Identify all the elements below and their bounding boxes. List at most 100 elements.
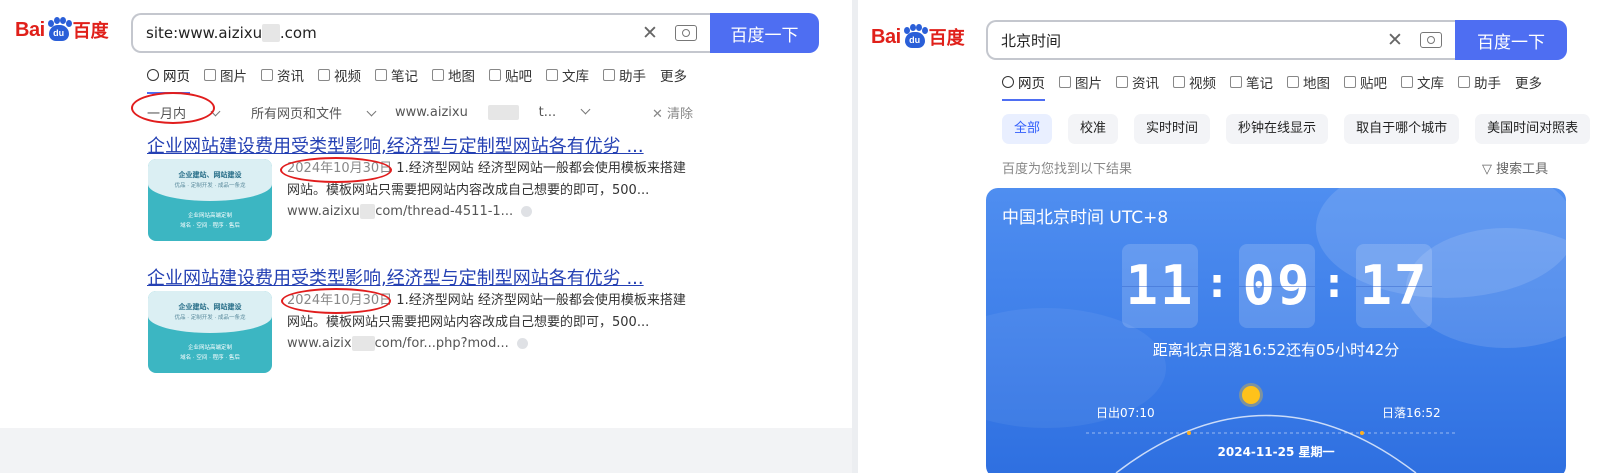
tab-search[interactable]: 网页: [1002, 72, 1045, 101]
tab-search[interactable]: 网页: [147, 65, 190, 94]
clear-search-icon[interactable]: ✕: [1382, 29, 1408, 51]
tab-label: 网页: [1018, 76, 1045, 92]
map-icon: [432, 69, 444, 81]
tab-label: 助手: [1474, 76, 1501, 92]
search-box[interactable]: site:www.aizixuxx.com ✕: [131, 13, 711, 53]
result-url[interactable]: www.aizixxxxcom/for...php?mod...: [287, 336, 528, 351]
tab-more[interactable]: 更多: [1515, 72, 1542, 92]
tab-image[interactable]: 图片: [1059, 72, 1102, 92]
paw-icon: du: [902, 24, 928, 50]
result-count-text: 百度为您找到以下结果: [1002, 162, 1133, 177]
camera-icon[interactable]: [1420, 32, 1442, 48]
tab-doc[interactable]: 文库: [546, 65, 589, 85]
tab-video[interactable]: 视频: [318, 65, 361, 85]
note-icon: [1230, 76, 1242, 88]
suggestion-chip[interactable]: 全部: [1002, 114, 1053, 144]
thumb-line1: 企业网站高端定制: [187, 213, 232, 219]
video-icon: [1173, 76, 1185, 88]
site-filter[interactable]: www.aizixuxxxxt...: [395, 104, 591, 120]
suggestion-chip[interactable]: 秒钟在线显示: [1226, 114, 1329, 144]
tab-note[interactable]: 笔记: [375, 65, 418, 85]
tab-news[interactable]: 资讯: [261, 65, 304, 85]
clear-filter-button[interactable]: ✕ 清除: [652, 103, 693, 122]
filter-icon: ▽: [1482, 162, 1497, 177]
tab-more[interactable]: 更多: [660, 65, 687, 85]
tab-video[interactable]: 视频: [1173, 72, 1216, 92]
baidu-logo[interactable]: Bai du 百度: [871, 24, 965, 50]
tab-map[interactable]: 地图: [432, 65, 475, 85]
search-button[interactable]: 百度一下: [710, 13, 819, 53]
dropdown-icon[interactable]: [521, 206, 533, 217]
left-search-window: Bai du 百度 site:www.aizixuxx.com ✕ 百度一下 网…: [0, 0, 852, 473]
sun-icon: [1242, 386, 1260, 404]
beijing-time-card: 中国北京时间 UTC+8 11 : 09 : 17 距离北京日落16:52还有0…: [986, 188, 1566, 473]
tab-ai[interactable]: 助手: [603, 65, 646, 85]
search-tools-button[interactable]: ▽ 搜索工具: [1482, 158, 1548, 177]
colon-separator: :: [1326, 261, 1342, 307]
tab-label: 地图: [1303, 76, 1330, 92]
tab-image[interactable]: 图片: [204, 65, 247, 85]
close-icon: ✕: [652, 107, 668, 122]
tab-label: 文库: [562, 69, 589, 85]
tab-label: 助手: [619, 69, 646, 85]
result-title-link[interactable]: 企业网站建设费用受类型影响,经济型与定制型网站各有优劣 ...: [147, 132, 847, 158]
suggestion-chip[interactable]: 实时时间: [1134, 114, 1211, 144]
tab-doc[interactable]: 文库: [1401, 72, 1444, 92]
tab-map[interactable]: 地图: [1287, 72, 1330, 92]
thumb-sub: 优品 · 定制开发 · 成品一条龙: [174, 183, 246, 189]
thumb-title: 企业建站、网站建设: [178, 303, 242, 311]
doc-icon: [1401, 76, 1413, 88]
search-icon: [1002, 76, 1014, 88]
result-thumbnail[interactable]: 企业建站、网站建设 优品 · 定制开发 · 成品一条龙 企业网站高端定制 域名 …: [148, 159, 272, 241]
suggestion-chip[interactable]: 取自于哪个城市: [1344, 114, 1460, 144]
tab-label: 地图: [448, 69, 475, 85]
ai-icon: [603, 69, 615, 81]
thumb-sub: 优品 · 定制开发 · 成品一条龙: [174, 315, 246, 321]
camera-icon[interactable]: [675, 25, 697, 41]
colon-separator: :: [1209, 261, 1225, 307]
thumb-line2: 域名 · 空间 · 程序 · 售后: [180, 355, 240, 361]
tab-tieba[interactable]: 贴吧: [489, 65, 532, 85]
news-icon: [1116, 76, 1128, 88]
tab-label: 视频: [1189, 76, 1216, 92]
search-result: 企业网站建设费用受类型影响,经济型与定制型网站各有优劣 ... 企业建站、网站建…: [147, 132, 847, 241]
search-box[interactable]: 北京时间 ✕: [986, 20, 1456, 60]
logo-du-text: du: [48, 25, 69, 41]
annotation-oval: [131, 92, 215, 124]
logo-bai-text: Bai: [871, 25, 901, 48]
doc-icon: [546, 69, 558, 81]
dropdown-icon[interactable]: [516, 338, 528, 349]
tab-note[interactable]: 笔记: [1230, 72, 1273, 92]
right-search-window: Bai du 百度 北京时间 ✕ 百度一下 网页 图片 资讯 视频 笔记 地图 贴吧 文库 助手…: [858, 0, 1602, 473]
clear-search-icon[interactable]: ✕: [637, 22, 663, 44]
minutes-digit: 09: [1239, 244, 1315, 328]
tab-label: 更多: [1515, 76, 1542, 92]
hours-digit: 11: [1122, 244, 1198, 328]
thumb-title: 企业建站、网站建设: [178, 171, 242, 179]
type-filter[interactable]: 所有网页和文件: [251, 103, 377, 122]
thumb-line1: 企业网站高端定制: [187, 345, 232, 351]
tab-news[interactable]: 资讯: [1116, 72, 1159, 92]
search-input[interactable]: site:www.aizixuxx.com: [133, 24, 637, 42]
seconds-digit: 17: [1356, 244, 1432, 328]
search-result: 企业网站建设费用受类型影响,经济型与定制型网站各有优劣 ... 企业建站、网站建…: [147, 264, 847, 373]
clock-title: 中国北京时间 UTC+8: [1002, 208, 1169, 228]
tab-label: 资讯: [277, 69, 304, 85]
tab-label: 笔记: [391, 69, 418, 85]
search-input[interactable]: 北京时间: [988, 30, 1382, 51]
image-icon: [204, 69, 216, 81]
baidu-logo[interactable]: Bai du 百度: [15, 17, 109, 43]
suggestion-chip[interactable]: 美国时间对照表: [1475, 114, 1591, 144]
tab-tieba[interactable]: 贴吧: [1344, 72, 1387, 92]
result-thumbnail[interactable]: 企业建站、网站建设 优品 · 定制开发 · 成品一条龙 企业网站高端定制 域名 …: [148, 291, 272, 373]
footer-area: [0, 428, 852, 473]
suggestion-chip[interactable]: 校准: [1068, 114, 1119, 144]
tab-label: 视频: [334, 69, 361, 85]
ai-icon: [1458, 76, 1470, 88]
tab-ai[interactable]: 助手: [1458, 72, 1501, 92]
result-title-link[interactable]: 企业网站建设费用受类型影响,经济型与定制型网站各有优劣 ...: [147, 264, 847, 290]
paw-icon: du: [46, 17, 72, 43]
clock-date: 2024-11-25 星期一: [1217, 445, 1335, 459]
result-url[interactable]: www.aizixuxxcom/thread-4511-1...: [287, 204, 533, 219]
search-button[interactable]: 百度一下: [1455, 20, 1567, 60]
